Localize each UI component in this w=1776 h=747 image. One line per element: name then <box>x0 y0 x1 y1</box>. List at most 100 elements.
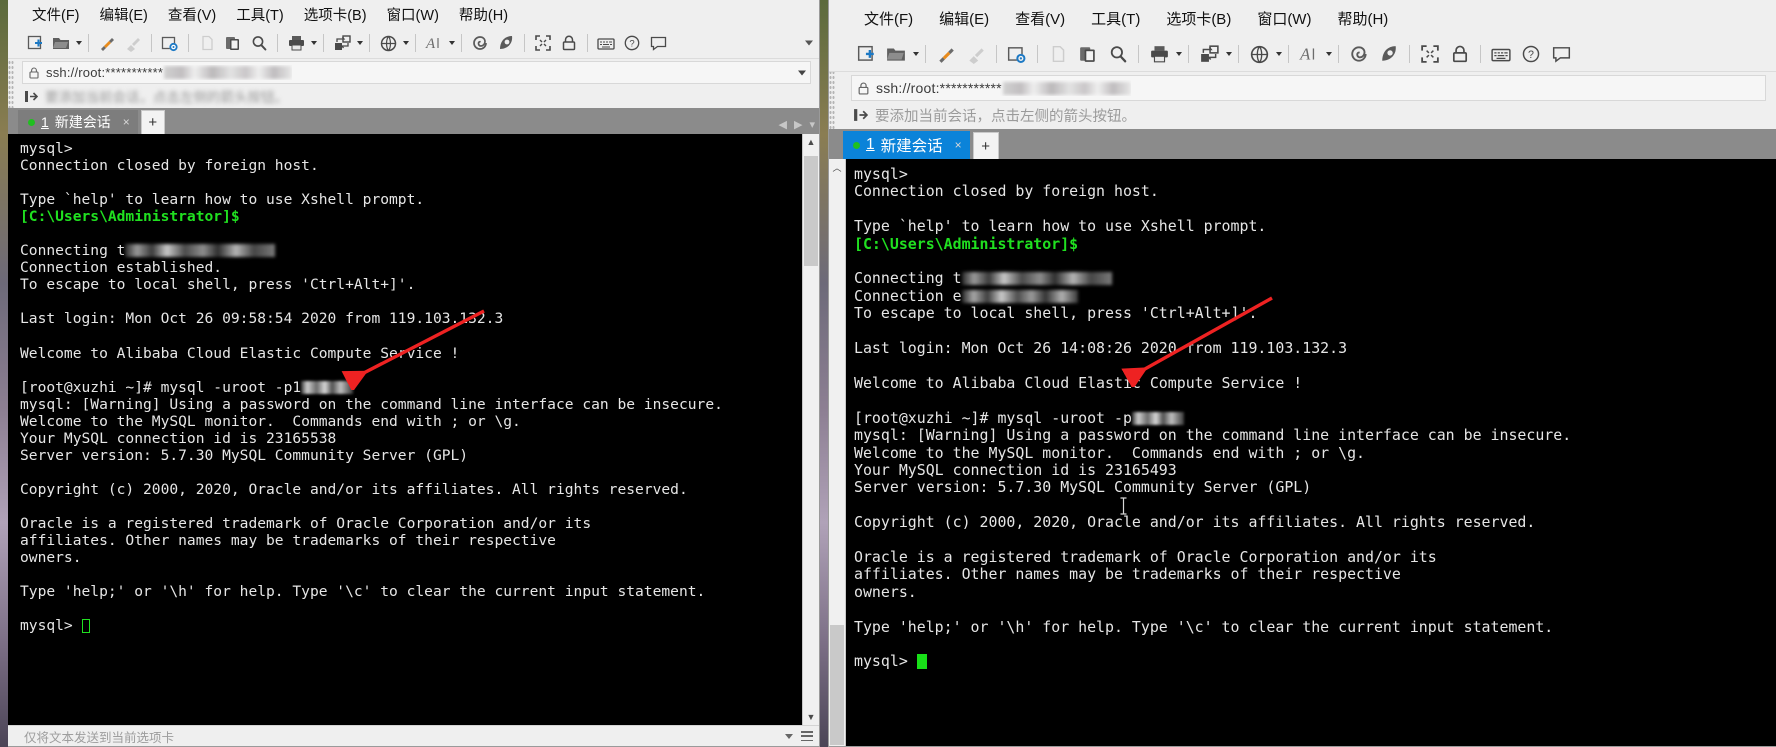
transfer-dropdown-icon[interactable] <box>1224 52 1233 56</box>
global-options-icon[interactable] <box>1244 40 1274 68</box>
status-menu-icon[interactable] <box>801 731 813 741</box>
address-bar-right[interactable]: ssh://root:*********** <box>851 75 1766 101</box>
toolbar-right[interactable]: A ? <box>829 37 1776 72</box>
menu-tools[interactable]: 工具(T) <box>226 2 294 27</box>
transfer-file-icon[interactable] <box>1194 40 1224 68</box>
help-icon[interactable]: ? <box>1516 40 1546 68</box>
paste-icon[interactable] <box>220 31 246 55</box>
global-options-dropdown-icon[interactable] <box>1274 52 1283 56</box>
xshell-window-left[interactable]: 文件(F) 编辑(E) 查看(V) 工具(T) 选项卡(B) 窗口(W) 帮助(… <box>8 0 820 747</box>
new-tab-button[interactable]: + <box>140 110 165 134</box>
feedback-icon[interactable] <box>645 31 671 55</box>
new-tab-button[interactable]: + <box>972 132 999 159</box>
scrollbar-track[interactable] <box>829 175 845 745</box>
menu-window[interactable]: 窗口(W) <box>377 2 449 27</box>
menu-file[interactable]: 文件(F) <box>851 6 926 31</box>
menu-file[interactable]: 文件(F) <box>22 2 90 27</box>
add-session-arrow-icon[interactable] <box>24 90 38 103</box>
menu-bar-right[interactable]: 文件(F) 编辑(E) 查看(V) 工具(T) 选项卡(B) 窗口(W) 帮助(… <box>829 0 1776 37</box>
terminal-line-text: Server version: 5.7.30 MySQL Community S… <box>854 478 1312 497</box>
tab-close-icon[interactable]: × <box>123 115 130 129</box>
open-session-dropdown-icon[interactable] <box>911 52 920 56</box>
tab-list-dropdown-icon[interactable]: ▾ <box>809 118 815 131</box>
scroll-up-icon[interactable]: ︿ <box>829 159 845 175</box>
print-dropdown-icon[interactable] <box>1174 52 1183 56</box>
add-session-hint-right: 要添加当前会话，点击左侧的箭头按钮。 <box>829 101 1776 129</box>
lock-icon[interactable] <box>1445 40 1475 68</box>
tab-scroll-right-icon[interactable]: ▶ <box>794 118 802 131</box>
terminal-scrollbar-right[interactable]: ︿ ﹀ <box>829 159 846 746</box>
terminal-output-right[interactable]: mysql> Connection closed by foreign host.… <box>846 159 1776 746</box>
lock-icon[interactable] <box>556 31 582 55</box>
menu-tools[interactable]: 工具(T) <box>1078 6 1153 31</box>
status-right-controls[interactable] <box>785 731 813 741</box>
menu-help[interactable]: 帮助(H) <box>449 2 518 27</box>
highlight-icon[interactable] <box>1374 40 1404 68</box>
print-dropdown-icon[interactable] <box>309 41 318 45</box>
scrollbar-thumb[interactable] <box>830 625 844 745</box>
scrollbar-track[interactable] <box>803 150 819 709</box>
tab-strip-left[interactable]: 1 新建会话 × + ◀ ▶ ▾ <box>8 108 819 134</box>
menu-tabs[interactable]: 选项卡(B) <box>294 2 377 27</box>
session-properties-icon[interactable] <box>157 31 183 55</box>
menu-view[interactable]: 查看(V) <box>1002 6 1078 31</box>
scroll-down-icon[interactable]: ▼ <box>803 709 819 725</box>
transfer-file-icon[interactable] <box>329 31 355 55</box>
address-dropdown-icon[interactable] <box>798 70 806 75</box>
paste-icon[interactable] <box>1073 40 1103 68</box>
font-icon[interactable]: A <box>1294 40 1324 68</box>
keyboard-icon[interactable] <box>593 31 619 55</box>
print-icon[interactable] <box>283 31 309 55</box>
font-icon[interactable]: A <box>421 31 447 55</box>
tab-scroll-controls[interactable]: ◀ ▶ ▾ <box>779 118 815 131</box>
fullscreen-icon[interactable] <box>1415 40 1445 68</box>
menu-tabs[interactable]: 选项卡(B) <box>1153 6 1244 31</box>
scrollbar-thumb[interactable] <box>804 156 818 266</box>
toolbar-overflow-icon[interactable] <box>805 40 813 46</box>
log-icon[interactable] <box>1344 40 1374 68</box>
open-session-dropdown-icon[interactable] <box>74 41 83 45</box>
print-icon[interactable] <box>1144 40 1174 68</box>
feedback-icon[interactable] <box>1546 40 1576 68</box>
menu-edit[interactable]: 编辑(E) <box>926 6 1002 31</box>
connect-icon[interactable] <box>931 40 961 68</box>
tab-session-1[interactable]: 1 新建会话 × <box>843 131 970 159</box>
address-bar-left[interactable]: ssh://root:*********** <box>22 61 811 84</box>
menu-view[interactable]: 查看(V) <box>158 2 226 27</box>
address-blurred-host <box>164 66 293 79</box>
font-dropdown-icon[interactable] <box>447 41 456 45</box>
terminal-output-left[interactable]: mysql> Connection closed by foreign host.… <box>8 134 802 725</box>
session-properties-icon[interactable] <box>1002 40 1032 68</box>
new-session-icon[interactable] <box>851 40 881 68</box>
font-dropdown-icon[interactable] <box>1324 52 1333 56</box>
find-icon[interactable] <box>246 31 272 55</box>
status-dropdown-icon[interactable] <box>785 733 793 739</box>
xshell-window-right[interactable]: 文件(F) 编辑(E) 查看(V) 工具(T) 选项卡(B) 窗口(W) 帮助(… <box>828 0 1776 747</box>
new-session-icon[interactable] <box>22 31 48 55</box>
menu-help[interactable]: 帮助(H) <box>1324 6 1401 31</box>
tab-scroll-left-icon[interactable]: ◀ <box>779 118 787 131</box>
tab-session-1[interactable]: 1 新建会话 × <box>18 110 138 134</box>
menu-edit[interactable]: 编辑(E) <box>90 2 158 27</box>
find-icon[interactable] <box>1103 40 1133 68</box>
help-icon[interactable]: ? <box>619 31 645 55</box>
transfer-dropdown-icon[interactable] <box>355 41 364 45</box>
tab-close-icon[interactable]: × <box>955 138 962 152</box>
connect-icon[interactable] <box>94 31 120 55</box>
global-options-icon[interactable] <box>375 31 401 55</box>
highlight-icon[interactable] <box>493 31 519 55</box>
fullscreen-icon[interactable] <box>530 31 556 55</box>
add-session-arrow-icon[interactable] <box>853 108 868 122</box>
toolbar-left[interactable]: A ? <box>8 28 819 59</box>
tab-strip-right[interactable]: 1 新建会话 × + <box>829 129 1776 159</box>
menu-bar-left[interactable]: 文件(F) 编辑(E) 查看(V) 工具(T) 选项卡(B) 窗口(W) 帮助(… <box>8 0 819 28</box>
global-options-dropdown-icon[interactable] <box>401 41 410 45</box>
keyboard-icon[interactable] <box>1486 40 1516 68</box>
open-session-icon[interactable] <box>48 31 74 55</box>
scroll-up-icon[interactable]: ▲ <box>803 134 819 150</box>
menu-window[interactable]: 窗口(W) <box>1244 6 1324 31</box>
terminal-scrollbar-left[interactable]: ▲ ▼ <box>802 134 819 725</box>
open-session-icon[interactable] <box>881 40 911 68</box>
log-icon[interactable] <box>467 31 493 55</box>
